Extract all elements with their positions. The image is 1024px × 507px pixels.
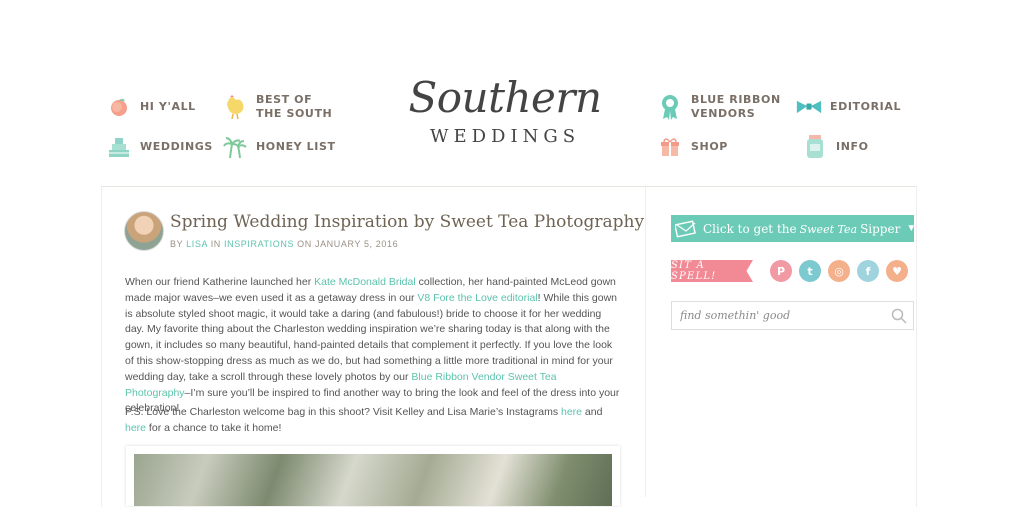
chicken-icon — [222, 94, 248, 120]
nav-label: SHOP — [691, 140, 728, 153]
search-box[interactable] — [671, 301, 914, 330]
nav-info[interactable]: INFO — [802, 134, 869, 160]
search-icon[interactable] — [891, 308, 907, 324]
text-run: for a chance to take it home! — [146, 421, 282, 434]
sipper-script: Sweet Tea — [799, 222, 858, 236]
instagram-link-1[interactable]: here — [561, 406, 582, 418]
nav-editorial[interactable]: EDITORIAL — [796, 94, 901, 120]
search-input[interactable] — [678, 308, 891, 323]
peach-icon — [106, 94, 132, 120]
cake-icon — [106, 134, 132, 160]
sidebar-divider — [645, 187, 646, 497]
nav-honey-list[interactable]: HONEY LIST — [222, 134, 336, 160]
gift-icon — [657, 134, 683, 160]
category-link[interactable]: INSPIRATIONS — [224, 239, 294, 249]
logo-script: Southern — [408, 73, 602, 122]
pinterest-icon[interactable]: P — [770, 260, 792, 282]
nav-label: BEST OF THE SOUTH — [256, 93, 333, 120]
chevron-down-icon: ▼ — [906, 223, 917, 234]
twitter-icon[interactable]: t — [799, 260, 821, 282]
sipper-text: Click to get the Sweet Tea Sipper — [703, 222, 900, 236]
mason-jar-icon — [802, 134, 828, 160]
nav-label: BLUE RIBBON VENDORS — [691, 93, 781, 120]
post-byline: BY LISA IN INSPIRATIONS ON JANUARY 5, 20… — [170, 239, 398, 249]
post-photo[interactable] — [126, 446, 620, 506]
text-run: P.S. Love the Charleston welcome bag in … — [125, 406, 561, 418]
post-date: JANUARY 5, 2016 — [314, 239, 399, 249]
nav-blue-ribbon-vendors[interactable]: BLUE RIBBON VENDORS — [657, 93, 781, 121]
text-run: ! While this gown is absolute styled sho… — [125, 291, 618, 383]
nav-weddings[interactable]: WEDDINGS — [106, 134, 213, 160]
nav-label: HONEY LIST — [256, 140, 336, 153]
post-title[interactable]: Spring Wedding Inspiration by Sweet Tea … — [170, 212, 644, 232]
kate-mcdonald-bridal-link[interactable]: Kate McDonald Bridal — [314, 276, 416, 288]
byline-by: BY — [170, 239, 184, 249]
envelope-icon — [674, 219, 697, 238]
bowtie-icon — [796, 94, 822, 120]
site-logo[interactable]: Southern WEDDINGS — [405, 74, 605, 174]
author-link[interactable]: LISA — [186, 239, 207, 249]
instagram-link-2[interactable]: here — [125, 422, 146, 434]
post-paragraph: When our friend Katherine launched her K… — [125, 275, 620, 417]
facebook-icon[interactable]: f — [857, 260, 879, 282]
byline-in: IN — [210, 239, 221, 249]
nav-label: HI Y'ALL — [140, 100, 196, 113]
byline-on: ON — [297, 239, 312, 249]
heart-icon[interactable]: ♥ — [886, 260, 908, 282]
text-run: and — [582, 406, 603, 418]
instagram-icon[interactable]: ◎ — [828, 260, 850, 282]
sipper-pre: Click to get the — [703, 221, 797, 236]
sit-a-spell-badge: SIT A SPELL! — [671, 260, 753, 282]
palm-tree-icon — [222, 134, 248, 160]
photo-image — [134, 454, 612, 506]
post-paragraph: P.S. Love the Charleston welcome bag in … — [125, 405, 620, 437]
text-run: When our friend Katherine launched her — [125, 276, 315, 288]
nav-shop[interactable]: SHOP — [657, 134, 728, 160]
logo-subtitle: WEDDINGS — [429, 126, 581, 147]
ribbon-icon — [657, 94, 683, 120]
nav-best-of-the-south[interactable]: BEST OF THE SOUTH — [222, 93, 336, 121]
nav-hi-yall[interactable]: HI Y'ALL — [106, 94, 196, 120]
nav-label: WEDDINGS — [140, 140, 213, 153]
nav-label: EDITORIAL — [830, 100, 902, 113]
author-avatar[interactable] — [124, 211, 164, 251]
sipper-post: Sipper — [860, 221, 901, 236]
nav-label: INFO — [836, 140, 869, 153]
sweet-tea-sipper-banner[interactable]: Click to get the Sweet Tea Sipper ▼ — [671, 215, 917, 242]
v8-editorial-link[interactable]: V8 Fore the Love editorial — [417, 292, 537, 304]
